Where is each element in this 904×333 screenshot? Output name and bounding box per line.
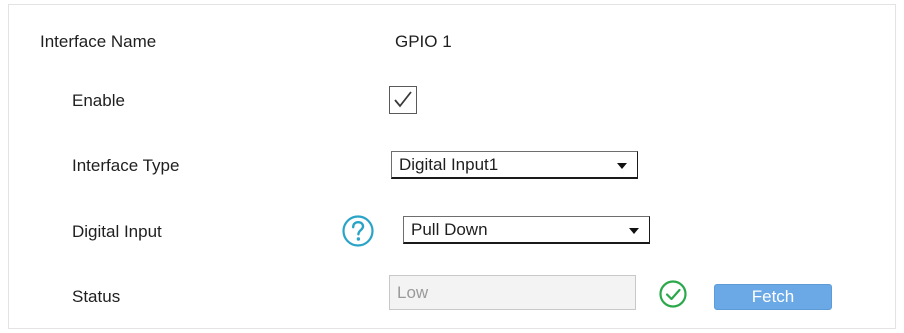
dropdown-arrow-icon xyxy=(617,163,627,169)
enable-label: Enable xyxy=(72,91,125,110)
interface-name-value: GPIO 1 xyxy=(395,32,452,51)
digital-input-select[interactable]: Pull Down xyxy=(403,216,650,244)
digital-input-label: Digital Input xyxy=(72,222,162,241)
digital-input-selected: Pull Down xyxy=(411,220,488,239)
question-circle-icon[interactable] xyxy=(341,214,375,248)
status-field: Low xyxy=(389,275,636,310)
status-label: Status xyxy=(72,287,121,306)
interface-name-label: Interface Name xyxy=(40,32,157,51)
fetch-button[interactable]: Fetch xyxy=(714,284,832,310)
interface-type-select[interactable]: Digital Input1 xyxy=(391,151,638,179)
dropdown-arrow-icon xyxy=(629,228,639,234)
enable-checkbox[interactable] xyxy=(389,86,417,114)
interface-type-selected: Digital Input1 xyxy=(399,155,499,174)
check-icon xyxy=(394,91,412,108)
interface-type-label: Interface Type xyxy=(72,156,180,175)
check-circle-icon xyxy=(659,280,687,308)
